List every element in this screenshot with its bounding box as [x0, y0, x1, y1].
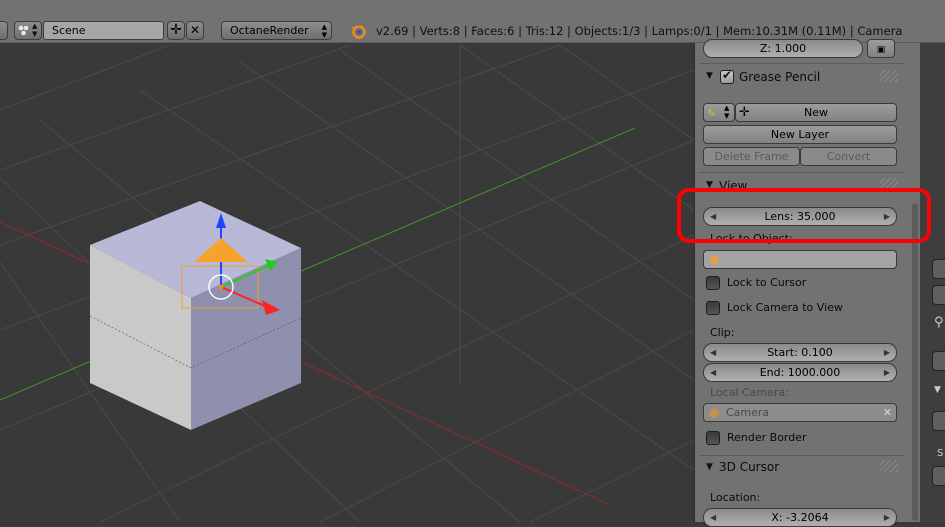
clip-end-field[interactable]: ◀ End: 1000.000 ▶ — [703, 363, 897, 382]
z-rotation-value: Z: 1.000 — [759, 42, 807, 55]
new-label: New — [804, 106, 828, 119]
lock-to-cursor-checkbox[interactable] — [706, 276, 720, 290]
increment-arrow-icon[interactable]: ▶ — [884, 509, 890, 526]
z-rotation-field[interactable]: Z: 1.000 — [703, 39, 863, 58]
lock-camera-to-view-checkbox[interactable] — [706, 301, 720, 315]
scene-stats: v2.69 | Verts:8 | Faces:6 | Tris:12 | Ob… — [376, 24, 903, 38]
clip-start-value: Start: 0.100 — [767, 346, 833, 359]
decrement-arrow-icon[interactable]: ◀ — [710, 344, 716, 361]
render-engine-label: OctaneRender — [230, 24, 309, 37]
increment-arrow-icon[interactable]: ▶ — [884, 364, 890, 381]
close-icon: ✕ — [189, 23, 201, 37]
section-divider — [699, 63, 904, 64]
editor-button[interactable] — [932, 285, 945, 305]
editor-button[interactable] — [932, 466, 945, 486]
section-divider — [699, 455, 904, 456]
grease-pencil-title: Grease Pencil — [739, 70, 821, 84]
viewport-header: ▲ ▼ Scene ✛ ✕ OctaneRender ▲ ▼ v2.69 | Ver… — [0, 0, 945, 43]
add-scene-button[interactable]: ✛ — [167, 21, 185, 40]
scene-browse-button[interactable]: ▲ ▼ — [14, 21, 42, 40]
expand-triangle-icon[interactable]: ▼ — [706, 71, 713, 81]
section-divider — [699, 172, 904, 173]
drag-grip-icon[interactable] — [880, 70, 898, 82]
cursor-x-field[interactable]: ◀ X: -3.2064 ▶ — [703, 508, 897, 527]
scrollbar-thumb[interactable] — [912, 203, 918, 521]
plus-icon: ✛ — [739, 105, 750, 120]
expand-triangle-icon[interactable]: ▼ — [706, 462, 713, 472]
pin-icon[interactable]: ⚲ — [934, 315, 944, 330]
render-engine-select[interactable]: OctaneRender ▲ ▼ — [221, 21, 332, 40]
decrement-arrow-icon[interactable]: ◀ — [710, 509, 716, 526]
lens-highlight-annotation — [677, 188, 931, 243]
grease-pencil-browse-button[interactable]: ✎ ▲ ▼ — [703, 103, 735, 122]
blender-logo-icon — [350, 23, 366, 39]
scene-name-field[interactable]: Scene — [43, 21, 164, 40]
local-camera-field[interactable]: ⬢ Camera ✕ — [703, 403, 897, 422]
drag-grip-icon[interactable] — [880, 460, 898, 472]
clip-label: Clip: — [710, 326, 735, 339]
clip-end-value: End: 1000.000 — [759, 366, 841, 379]
lock-to-object-field[interactable]: ⬢ — [703, 250, 897, 269]
editor-button[interactable] — [932, 259, 945, 279]
lock-icon: ▣ — [876, 45, 886, 55]
grease-pencil-new-button[interactable]: ✛ New — [735, 103, 897, 122]
3d-cursor-section-title: 3D Cursor — [719, 460, 780, 474]
plus-icon: ✛ — [170, 22, 182, 38]
cube-object[interactable] — [89, 201, 302, 430]
chevron-updown-icon: ▲ ▼ — [321, 23, 327, 39]
convert-button[interactable]: Convert — [800, 147, 897, 166]
lock-camera-to-view-label: Lock Camera to View — [727, 301, 843, 314]
clip-start-field[interactable]: ◀ Start: 0.100 ▶ — [703, 343, 897, 362]
local-camera-label: Local Camera: — [710, 386, 789, 399]
left-edge-button[interactable] — [0, 21, 8, 40]
lock-button[interactable]: ▣ — [867, 39, 895, 58]
increment-arrow-icon[interactable]: ▶ — [884, 344, 890, 361]
delete-frame-button[interactable]: Delete Frame — [703, 147, 800, 166]
checkmark-icon: ✔ — [722, 68, 733, 82]
location-label: Location: — [710, 491, 761, 504]
3d-viewport[interactable] — [0, 43, 694, 522]
editor-button[interactable] — [932, 351, 945, 371]
new-layer-button[interactable]: New Layer — [703, 125, 897, 144]
panel-scrollbar[interactable] — [910, 43, 920, 522]
cursor-x-value: X: -3.2064 — [771, 511, 829, 524]
render-border-checkbox[interactable] — [706, 431, 720, 445]
grease-pencil-checkbox[interactable]: ✔ — [720, 68, 734, 84]
editor-button[interactable] — [932, 411, 945, 431]
camera-object-icon: ⬢ — [709, 406, 720, 420]
chevron-updown-icon: ▲ ▼ — [724, 104, 730, 120]
delete-scene-button[interactable]: ✕ — [186, 21, 204, 40]
clear-icon[interactable]: ✕ — [883, 404, 892, 421]
expand-triangle-icon[interactable]: ▼ — [934, 385, 941, 395]
adjacent-editor-strip: ⚲ ▼ S — [920, 43, 945, 522]
lock-to-cursor-label: Lock to Cursor — [727, 276, 807, 289]
viewport-canvas[interactable] — [0, 43, 694, 522]
local-camera-value: Camera — [726, 406, 770, 419]
scene-icon — [18, 24, 29, 36]
truncated-label: S — [937, 448, 944, 459]
chevron-updown-icon: ▲ ▼ — [32, 22, 38, 38]
object-cube-icon: ⬢ — [709, 253, 720, 267]
render-border-label: Render Border — [727, 431, 807, 444]
pencil-icon: ✎ — [707, 107, 717, 120]
decrement-arrow-icon[interactable]: ◀ — [710, 364, 716, 381]
